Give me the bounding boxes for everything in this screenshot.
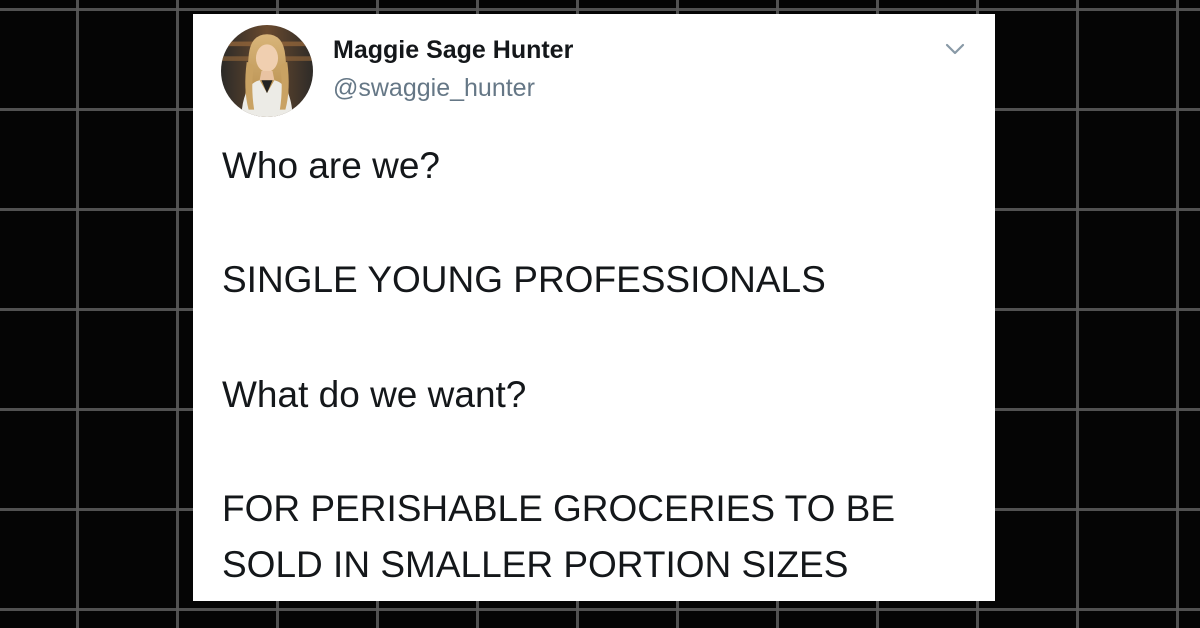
- author-display-name[interactable]: Maggie Sage Hunter: [333, 36, 573, 65]
- tweet-text-line-3: What do we want?: [222, 374, 527, 415]
- tweet-text-line-2: SINGLE YOUNG PROFESSIONALS: [222, 259, 826, 300]
- tweet-text-line-1: Who are we?: [222, 145, 440, 186]
- tweet-options-button[interactable]: [941, 36, 969, 62]
- tweet-text-line-4: FOR PERISHABLE GROCERIES TO BE: [222, 488, 896, 529]
- chevron-down-icon: [945, 43, 965, 55]
- author-handle[interactable]: @swaggie_hunter: [333, 74, 535, 103]
- tweet-card: Maggie Sage Hunter @swaggie_hunter Who a…: [193, 14, 995, 601]
- avatar-photo: [221, 25, 313, 117]
- avatar[interactable]: [221, 25, 313, 117]
- tweet-text-line-5: SOLD IN SMALLER PORTION SIZES: [222, 544, 849, 585]
